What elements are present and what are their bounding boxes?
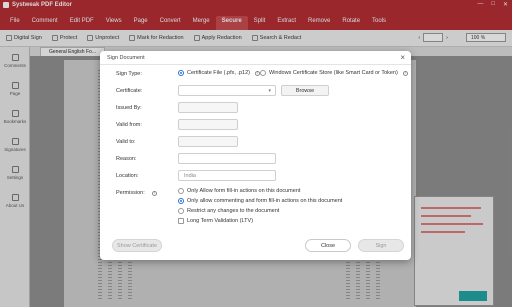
issued-by-field — [178, 102, 238, 113]
close-icon[interactable]: × — [400, 54, 405, 62]
permission-label: Permission: i — [116, 190, 158, 196]
radio-icon — [260, 70, 266, 76]
certificate-label: Certificate: — [116, 88, 143, 94]
sign-document-dialog: Sign Document × Sign Type: Certificate F… — [100, 51, 411, 260]
radio-icon — [178, 188, 184, 194]
checkbox-icon — [178, 218, 184, 224]
ltv-checkbox[interactable]: Long Term Validation (LTV) — [178, 218, 253, 224]
chevron-down-icon: ▾ — [268, 88, 271, 94]
info-icon: i — [152, 190, 158, 196]
valid-to-field — [178, 136, 238, 147]
checkbox-label: Long Term Validation (LTV) — [187, 218, 254, 224]
radio-label: Only allow commenting and form fill-in a… — [187, 198, 343, 204]
valid-from-field — [178, 119, 238, 130]
reason-label: Reason: — [116, 156, 137, 162]
sign-type-label: Sign Type: — [116, 71, 142, 77]
dialog-divider — [100, 64, 411, 65]
issued-by-label: Issued By: — [116, 105, 142, 111]
browse-button[interactable]: Browse — [281, 85, 329, 96]
radio-label: Windows Certificate Store (like Smart Ca… — [269, 70, 398, 76]
radio-perm-comment-form-fill[interactable]: Only allow commenting and form fill-in a… — [178, 198, 342, 204]
dialog-title: Sign Document — [107, 55, 145, 61]
radio-icon — [178, 208, 184, 214]
radio-perm-restrict[interactable]: Restrict any changes to the document — [178, 208, 279, 214]
certificate-select[interactable]: ▾ — [178, 85, 276, 96]
info-icon: i — [402, 70, 408, 76]
location-input[interactable]: India — [178, 170, 276, 181]
show-certificate-button[interactable]: Show Certificate — [112, 239, 162, 252]
sign-button[interactable]: Sign — [358, 239, 404, 252]
radio-selected-icon — [178, 70, 184, 76]
location-label: Location: — [116, 173, 139, 179]
radio-selected-icon — [178, 198, 184, 204]
radio-certificate-file[interactable]: Certificate File (.pfx, .p12) i — [178, 70, 260, 76]
radio-windows-store[interactable]: Windows Certificate Store (like Smart Ca… — [260, 70, 408, 76]
radio-label: Restrict any changes to the document — [187, 208, 280, 214]
radio-label: Certificate File (.pfx, .p12) — [187, 70, 250, 76]
valid-to-label: Valid to: — [116, 139, 136, 145]
permission-label-text: Permission: — [116, 190, 145, 196]
radio-label: Only Allow form fill-in actions on this … — [187, 188, 301, 194]
reason-input[interactable] — [178, 153, 276, 164]
radio-perm-form-fill[interactable]: Only Allow form fill-in actions on this … — [178, 188, 300, 194]
valid-from-label: Valid from: — [116, 122, 142, 128]
close-button[interactable]: Close — [305, 239, 351, 252]
